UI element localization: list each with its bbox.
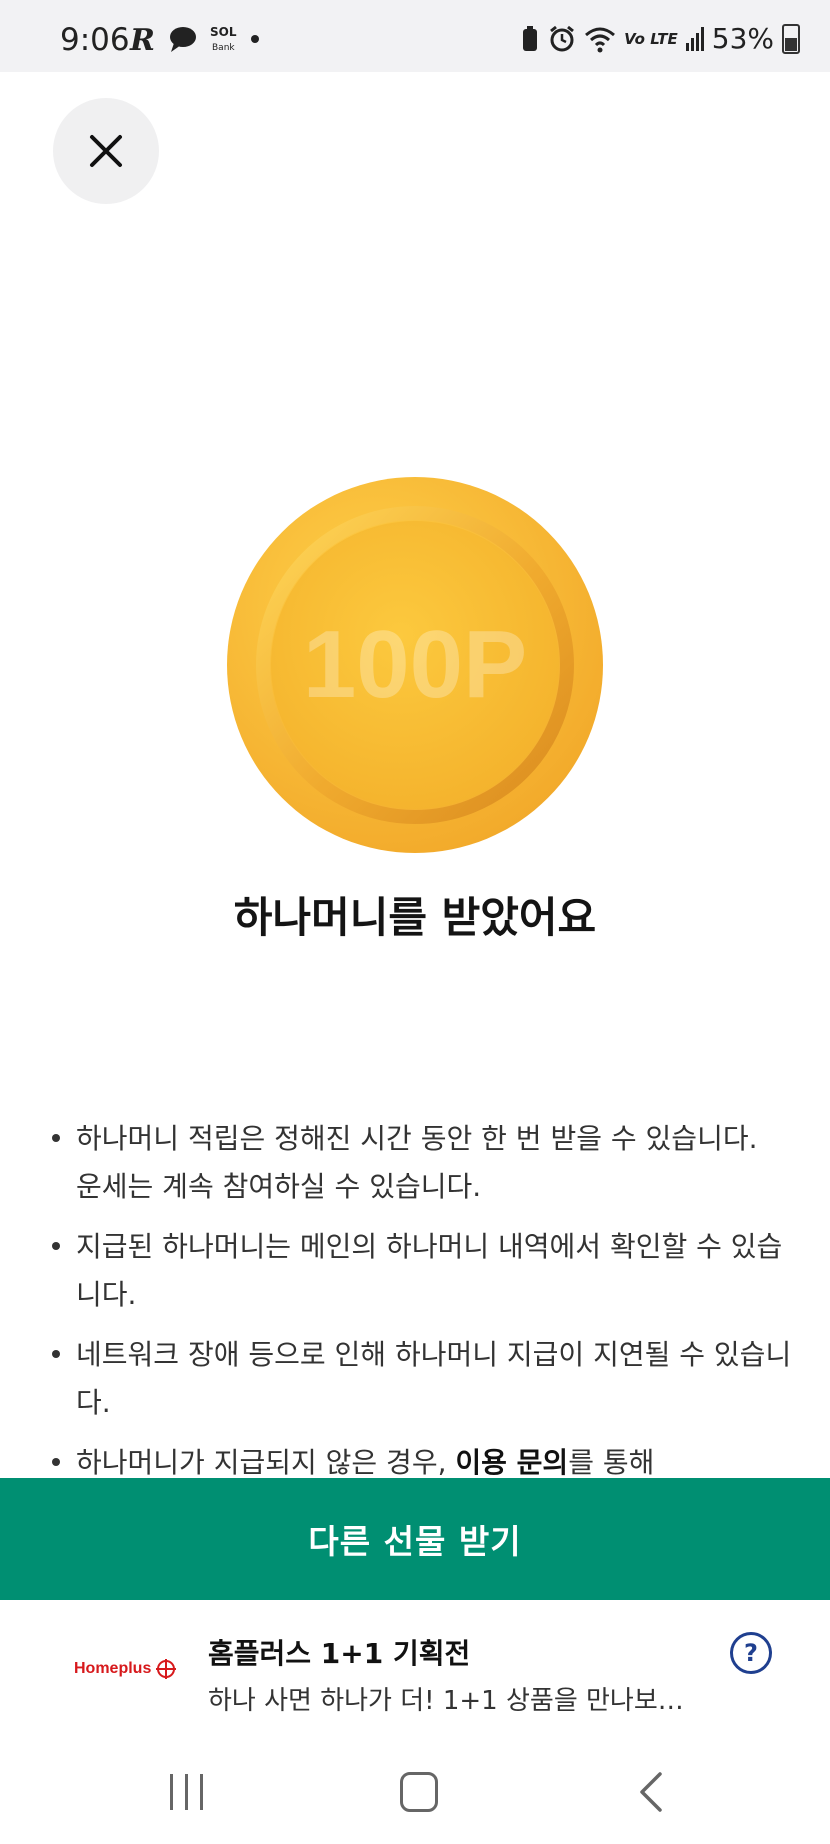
notification-dot-icon: [251, 35, 259, 43]
battery-saver-icon: [523, 25, 538, 51]
battery-icon: [782, 23, 800, 54]
home-button[interactable]: [400, 1772, 438, 1812]
app-r-icon: R: [129, 24, 155, 54]
homeplus-logo-text: Homeplus: [74, 1660, 152, 1677]
homeplus-mark-icon: [156, 1659, 177, 1679]
notice-text: 하나머니가 지급되지 않은 경우, 이용 문의를 통해: [76, 1439, 792, 1478]
network-type-label: Vo LTE: [624, 29, 678, 48]
ad-banner[interactable]: Homeplus 홈플러스 1+1 기획전 하나 사면 하나가 더! 1+1 상…: [0, 1600, 830, 1740]
status-app-icons: R SOL Bank: [128, 22, 262, 56]
notice-text: 하나머니 적립은 정해진 시간 동안 한 번 받을 수 있습니다. 운세는 계속…: [76, 1122, 758, 1203]
bullet-icon: [52, 1439, 76, 1478]
other-gift-button[interactable]: 다른 선물 받기: [0, 1478, 830, 1600]
close-icon: [90, 135, 122, 167]
bullet-icon: [52, 1331, 76, 1427]
bullet-icon: [52, 1223, 76, 1319]
svg-text:Bank: Bank: [212, 43, 235, 53]
system-nav-bar: [0, 1740, 830, 1844]
status-time: 9:06: [60, 22, 130, 58]
notice-text-part: 를 통해: [568, 1446, 655, 1478]
back-icon[interactable]: [638, 1770, 664, 1814]
reward-headline: 하나머니를 받았어요: [233, 893, 597, 942]
coin-icon: 100P: [227, 477, 603, 853]
status-right-group: Vo LTE 53%: [520, 22, 800, 55]
bullet-icon: [52, 1115, 76, 1211]
homeplus-logo: Homeplus: [74, 1658, 177, 1680]
signal-strength-icon: [685, 26, 704, 51]
battery-percentage: 53%: [711, 22, 774, 55]
notice-text: 네트워크 장애 등으로 인해 하나머니 지급이 지연될 수 있습니다.: [76, 1338, 792, 1419]
notice-item: 하나머니 적립은 정해진 시간 동안 한 번 받을 수 있습니다. 운세는 계속…: [52, 1115, 792, 1211]
wifi-icon: [585, 27, 616, 52]
notice-list: 하나머니 적립은 정해진 시간 동안 한 번 받을 수 있습니다. 운세는 계속…: [52, 1115, 792, 1478]
notice-item: 네트워크 장애 등으로 인해 하나머니 지급이 지연될 수 있습니다.: [52, 1331, 792, 1427]
ad-title: 홈플러스 1+1 기획전: [208, 1637, 471, 1670]
notice-text: 지급된 하나머니는 메인의 하나머니 내역에서 확인할 수 있습니다.: [76, 1230, 783, 1311]
notice-item: 하나머니가 지급되지 않은 경우, 이용 문의를 통해: [52, 1439, 792, 1478]
notice-item: 지급된 하나머니는 메인의 하나머니 내역에서 확인할 수 있습니다.: [52, 1223, 792, 1319]
sol-bank-icon: SOL Bank: [210, 25, 237, 53]
status-bar: 9:06 R SOL Bank Vo LTE 53%: [0, 0, 830, 72]
close-button[interactable]: [53, 98, 159, 204]
inquiry-link[interactable]: 이용 문의: [455, 1446, 568, 1478]
notice-text-part: 하나머니가 지급되지 않은 경우,: [76, 1446, 456, 1478]
svg-text:R: R: [129, 24, 155, 54]
alarm-icon: [550, 25, 575, 51]
ad-description: 하나 사면 하나가 더! 1+1 상품을 만나보세요: [208, 1686, 698, 1716]
svg-text:SOL: SOL: [210, 25, 237, 39]
help-icon[interactable]: ?: [730, 1632, 772, 1674]
recent-apps-button[interactable]: [170, 1774, 203, 1810]
coin-label: 100P: [303, 611, 527, 718]
coin-image: 100P: [225, 475, 605, 855]
chat-bubble-icon: [170, 27, 196, 52]
